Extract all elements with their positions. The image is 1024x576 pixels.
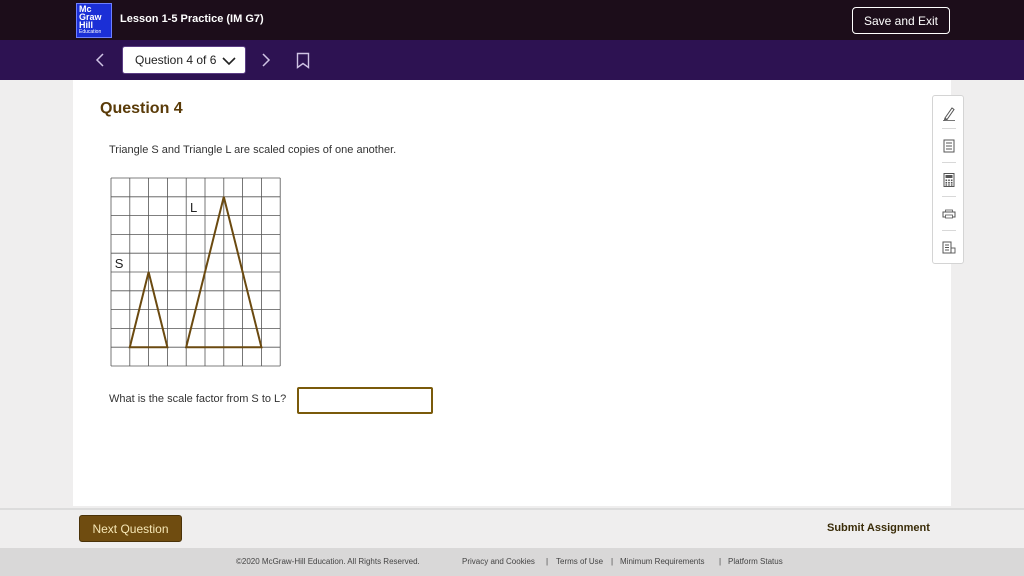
question-heading: Question 4 xyxy=(100,100,183,117)
save-and-exit-button[interactable]: Save and Exit xyxy=(852,7,950,34)
tool-divider xyxy=(942,196,956,197)
triangle-grid-figure: S L xyxy=(110,177,281,367)
submit-assignment-link[interactable]: Submit Assignment xyxy=(827,522,930,534)
legal-footer: ©2020 McGraw-Hill Education. All Rights … xyxy=(0,548,1024,576)
logo-subtitle: Education xyxy=(79,29,102,35)
next-question-arrow[interactable] xyxy=(257,51,275,69)
logo-line-3: Hill xyxy=(79,20,94,30)
previous-question-button[interactable] xyxy=(92,51,110,69)
minimum-requirements-link[interactable]: Minimum Requirements xyxy=(620,557,704,566)
footer-separator: | xyxy=(546,557,549,566)
print-icon[interactable] xyxy=(941,206,957,222)
chevron-right-icon xyxy=(262,53,271,67)
footer-separator: | xyxy=(611,557,614,566)
privacy-cookies-link[interactable]: Privacy and Cookies xyxy=(462,557,535,566)
pencil-icon[interactable] xyxy=(941,105,957,121)
scale-factor-question: What is the scale factor from S to L? xyxy=(109,393,287,405)
platform-status-link[interactable]: Platform Status xyxy=(728,557,783,566)
tool-divider xyxy=(942,162,956,163)
footer-separator: | xyxy=(719,557,722,566)
next-question-button[interactable]: Next Question xyxy=(79,515,182,542)
tools-panel xyxy=(932,95,964,264)
question-selector-dropdown[interactable]: Question 4 of 6 xyxy=(122,46,246,74)
lesson-title: Lesson 1-5 Practice (IM G7) xyxy=(120,13,264,25)
notepad-icon[interactable] xyxy=(941,138,957,154)
mcgraw-hill-logo: Mc Graw Hill Education xyxy=(76,3,112,38)
tool-divider xyxy=(942,128,956,129)
triangle-l-label: L xyxy=(190,200,197,215)
tool-divider xyxy=(942,230,956,231)
calculator-icon[interactable] xyxy=(941,172,957,188)
chevron-left-icon xyxy=(95,53,104,67)
question-selector-label: Question 4 of 6 xyxy=(135,53,217,67)
scale-factor-answer-input[interactable] xyxy=(297,387,433,414)
bookmark-icon[interactable] xyxy=(296,52,310,69)
terms-of-use-link[interactable]: Terms of Use xyxy=(556,557,603,566)
triangle-s-label: S xyxy=(115,256,124,271)
reference-icon[interactable] xyxy=(941,240,957,256)
question-prompt: Triangle S and Triangle L are scaled cop… xyxy=(109,144,397,156)
copyright-text: ©2020 McGraw-Hill Education. All Rights … xyxy=(236,557,420,566)
chevron-down-icon xyxy=(222,57,236,66)
